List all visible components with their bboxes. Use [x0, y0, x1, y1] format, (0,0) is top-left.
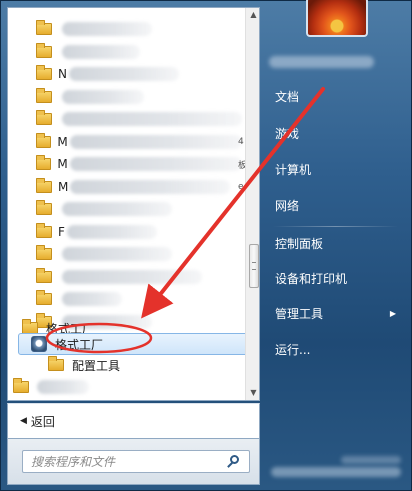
folder-icon [36, 87, 52, 103]
folder-icon [36, 132, 52, 148]
folder-row-blurred[interactable] [36, 108, 242, 130]
folder-row-lead: M [57, 134, 68, 149]
format-factory-app-icon [31, 336, 47, 352]
back-arrow-icon: ◀ [20, 416, 27, 426]
blurred-label [62, 44, 140, 59]
folder-row-lead: F [58, 224, 65, 239]
folder-row-blurred[interactable]: F [36, 221, 242, 243]
folder-icon [36, 65, 52, 80]
folder-row-blurred[interactable]: Me [36, 176, 244, 198]
folder-icon [36, 42, 52, 58]
search-icon[interactable] [225, 453, 243, 471]
search-box[interactable] [22, 450, 250, 473]
blurred-label [69, 134, 242, 149]
right-menu-item[interactable]: 管理工具 ▶ [266, 298, 406, 328]
user-avatar[interactable] [306, 0, 368, 37]
folder-row-blurred[interactable]: M4 [36, 131, 244, 153]
blurred-label [66, 224, 157, 239]
folder-row-blurred[interactable] [36, 18, 242, 40]
search-handle [227, 461, 233, 468]
scroll-thumb[interactable] [249, 244, 259, 288]
blurred-label [62, 89, 144, 104]
shutdown-blurred-top [341, 456, 401, 464]
right-menu-item[interactable]: 设备和打印机 [266, 263, 406, 293]
folder-icon [36, 110, 52, 125]
right-menu-item[interactable]: 运行... [266, 334, 406, 364]
back-button[interactable]: ◀ 返回 [7, 403, 260, 439]
program-config-tools-label: 配置工具 [72, 358, 121, 373]
folder-row-blurred[interactable] [36, 288, 242, 310]
blurred-label [62, 202, 172, 216]
folder-row-tail: e [238, 181, 244, 192]
folder-icon [36, 177, 52, 193]
blurred-label [62, 292, 122, 306]
right-menu-item-label: 控制面板 [275, 236, 324, 251]
scroll-down-arrow-icon[interactable]: ▼ [248, 388, 259, 398]
right-menu-item-label: 网络 [275, 198, 300, 213]
folder-row-blurred[interactable] [36, 266, 242, 288]
start-menu: FMeM板M4N 格式工厂 格式工厂 配置工具 ▲ ▼ ◀ 返回 搜索程序和文件… [0, 0, 412, 491]
folder-icon [36, 245, 52, 260]
folder-icon [36, 290, 52, 305]
right-divider [273, 226, 398, 227]
blurred-label [62, 247, 172, 261]
right-menu-item[interactable]: 游戏 [266, 118, 406, 148]
program-list-scrollbar[interactable]: ▲ ▼ [245, 8, 259, 400]
program-list-panel: FMeM板M4N 格式工厂 格式工厂 配置工具 ▲ ▼ [7, 7, 260, 401]
folder-row-blurred[interactable]: M板 [36, 153, 247, 175]
scroll-up-arrow-icon[interactable]: ▲ [248, 10, 259, 20]
folder-row-blurred[interactable]: N [36, 63, 242, 85]
right-menu-item-label: 运行... [275, 342, 311, 357]
folder-row-tail: 4 [238, 136, 244, 147]
blurred-label [69, 157, 242, 171]
blurred-label [62, 269, 202, 284]
right-menu-item-label: 设备和打印机 [275, 271, 348, 286]
right-menu-item[interactable]: 文档 [266, 81, 406, 111]
program-format-factory-label: 格式工厂 [55, 337, 104, 352]
right-menu-item[interactable]: 网络 [266, 190, 406, 220]
folder-icon [36, 200, 52, 215]
back-label: 返回 [30, 414, 55, 429]
right-menu-item-label: 计算机 [275, 162, 312, 177]
submenu-arrow-icon: ▶ [389, 308, 396, 318]
blurred-label [62, 112, 242, 126]
scroll-grip [252, 262, 256, 270]
blurred-label [62, 22, 152, 36]
folder-row-lead: M [57, 157, 68, 171]
folder-row-blurred[interactable] [36, 86, 242, 108]
right-menu-item-label: 游戏 [275, 126, 300, 141]
folder-icon [36, 155, 52, 170]
blurred-label [37, 380, 89, 394]
right-menu-item[interactable]: 计算机 [266, 154, 406, 184]
program-format-factory[interactable]: 格式工厂 [18, 333, 248, 355]
folder-row-blurred[interactable] [36, 41, 242, 63]
folder-icon [36, 20, 52, 35]
blurred-label [68, 67, 179, 81]
username-blurred[interactable] [269, 56, 374, 68]
folder-row-blurred[interactable] [36, 243, 242, 265]
folder-icon [48, 356, 64, 371]
right-menu-item-label: 管理工具 [275, 306, 324, 321]
folder-icon [13, 378, 29, 393]
shutdown-blurred[interactable] [271, 467, 401, 477]
folder-icon [36, 222, 52, 238]
folder-row-blurred[interactable] [36, 198, 242, 220]
right-menu-item[interactable]: 控制面板 [266, 228, 406, 258]
folder-row-lead: N [58, 67, 67, 81]
search-area [7, 439, 260, 485]
folder-row-blurred[interactable] [13, 376, 243, 398]
program-list: FMeM板M4N 格式工厂 格式工厂 配置工具 [8, 8, 248, 400]
blurred-label [70, 179, 231, 194]
right-menu-item-label: 文档 [275, 89, 300, 104]
search-input[interactable] [23, 451, 225, 472]
folder-row-lead: M [58, 179, 69, 194]
program-config-tools[interactable]: 配置工具 [48, 354, 238, 376]
folder-icon [36, 267, 52, 283]
